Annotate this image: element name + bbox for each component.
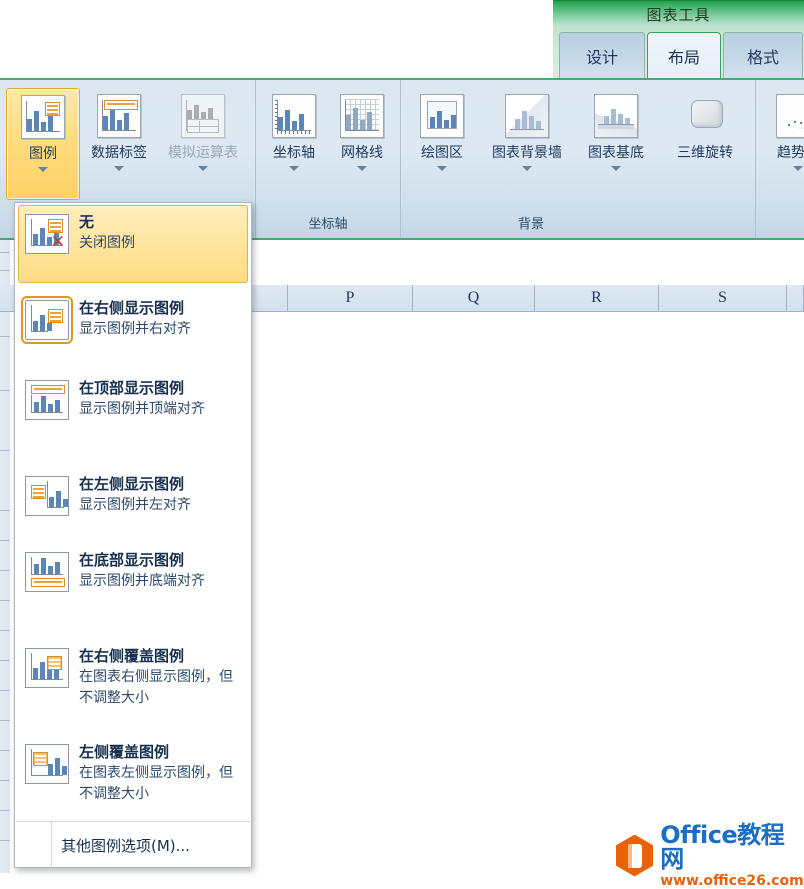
- ribbon-button-chart-floor[interactable]: 图表基底: [575, 88, 657, 200]
- menu-gutter-line: [51, 822, 52, 866]
- chevron-down-icon[interactable]: [793, 166, 803, 171]
- menu-item-title: 在右侧显示图例: [79, 299, 185, 317]
- menu-item-legend-top[interactable]: 在顶部显示图例 显示图例并顶端对齐: [18, 371, 248, 465]
- chevron-down-icon[interactable]: [522, 166, 532, 171]
- ribbon-button-data-labels[interactable]: 数据标签: [82, 88, 156, 200]
- menu-item-desc: 显示图例并顶端对齐: [79, 401, 205, 417]
- menu-item-legend-left[interactable]: 在左侧显示图例 显示图例并左对齐: [18, 467, 248, 537]
- chart-floor-icon: [594, 94, 638, 138]
- chart-axes-icon: [272, 94, 316, 138]
- chevron-down-icon[interactable]: [357, 166, 367, 171]
- menu-item-title: 在右侧覆盖图例: [79, 647, 185, 665]
- tab-design[interactable]: 设计: [559, 32, 645, 78]
- menu-item-title: 在左侧显示图例: [79, 475, 185, 493]
- ribbon-button-chart-floor-label: 图表基底: [588, 145, 644, 161]
- chevron-down-icon[interactable]: [114, 166, 124, 171]
- chart-3d-rotation-icon: [683, 94, 727, 138]
- ribbon-button-legend-label: 图例: [29, 146, 57, 162]
- menu-item-desc: 显示图例并左对齐: [79, 497, 191, 513]
- tab-format-label: 格式: [746, 47, 779, 67]
- legend-none-icon: ✕: [25, 214, 69, 254]
- menu-item-legend-none[interactable]: ✕ 无 关闭图例: [18, 205, 248, 283]
- ribbon-button-data-table: 模拟运算表: [166, 88, 240, 200]
- ribbon-button-gridlines-label: 网格线: [341, 145, 383, 161]
- menu-item-desc: 关闭图例: [79, 235, 135, 251]
- menu-item-title: 无: [79, 213, 95, 231]
- ribbon-button-plot-area-label: 绘图区: [421, 145, 463, 161]
- chart-legend-icon: [21, 95, 65, 139]
- ribbon-group-axes-title: 坐标轴: [308, 217, 348, 232]
- ribbon-button-plot-area[interactable]: 绘图区: [405, 88, 479, 200]
- tab-layout-label: 布局: [667, 47, 700, 67]
- column-header-cell[interactable]: P: [288, 285, 413, 311]
- menu-item-legend-overlay-right[interactable]: 在右侧覆盖图例 在图表右侧显示图例，但不调整大小: [18, 639, 248, 733]
- ribbon-button-trendline[interactable]: 趋势线: [762, 88, 804, 200]
- office-logo-icon: [616, 834, 654, 877]
- menu-item-title: 左侧覆盖图例: [79, 743, 170, 761]
- ribbon-button-legend[interactable]: 图例: [6, 88, 80, 200]
- menu-item-title: 在顶部显示图例: [79, 379, 185, 397]
- menu-item-desc: 在图表左侧显示图例，但不调整大小: [79, 765, 233, 802]
- ribbon-group-background-title: 背景: [517, 217, 544, 232]
- legend-top-icon: [25, 380, 69, 420]
- menu-item-legend-right[interactable]: 在右侧显示图例 显示图例并右对齐: [18, 291, 248, 363]
- watermark: Office教程网 www.office26.com: [616, 823, 804, 888]
- chart-data-table-icon: [181, 94, 225, 138]
- column-header-cell[interactable]: [787, 285, 804, 311]
- menu-item-more-label: 其他图例选项(M)...: [61, 836, 190, 855]
- column-header-cell[interactable]: S: [659, 285, 787, 311]
- ribbon-group-axes: 坐标轴 网格线 坐标轴: [255, 80, 400, 238]
- ribbon-button-data-table-label: 模拟运算表: [168, 145, 238, 161]
- legend-dropdown-menu: ✕ 无 关闭图例 在右侧显示图例 显示图例并右对齐 在顶部显示图例 显示图例并顶…: [14, 202, 252, 868]
- ribbon-group-analysis: 趋势线: [755, 80, 804, 238]
- ribbon-button-3d-rotation-label: 三维旋转: [677, 145, 733, 161]
- chevron-down-icon[interactable]: [289, 166, 299, 171]
- ribbon-button-data-labels-label: 数据标签: [91, 145, 147, 161]
- menu-item-legend-bottom[interactable]: 在底部显示图例 显示图例并底端对齐: [18, 543, 248, 637]
- ribbon-button-gridlines[interactable]: 网格线: [328, 88, 396, 200]
- chevron-down-icon: [198, 166, 208, 171]
- ribbon-button-axes[interactable]: 坐标轴: [260, 88, 328, 200]
- ribbon-button-3d-rotation[interactable]: 三维旋转: [659, 88, 751, 200]
- chart-trendline-icon: [776, 94, 804, 138]
- menu-item-desc: 显示图例并右对齐: [79, 321, 191, 337]
- menu-item-desc: 显示图例并底端对齐: [79, 573, 205, 589]
- ribbon-group-background: 绘图区 图表背景墙 图表基底 三维旋转 背景: [400, 80, 755, 238]
- menu-item-legend-overlay-left[interactable]: 左侧覆盖图例 在图表左侧显示图例，但不调整大小: [18, 735, 248, 829]
- menu-item-title: 在底部显示图例: [79, 551, 185, 569]
- chevron-down-icon[interactable]: [611, 166, 621, 171]
- column-header-cell[interactable]: [255, 285, 288, 311]
- legend-overlay-left-icon: [25, 744, 69, 784]
- watermark-url: www.office26.com: [660, 873, 804, 889]
- close-icon: ✕: [50, 232, 65, 251]
- menu-item-desc: 在图表右侧显示图例，但不调整大小: [79, 669, 233, 706]
- chart-plot-area-icon: [420, 94, 464, 138]
- tab-design-label: 设计: [585, 47, 618, 67]
- column-header-cell[interactable]: Q: [413, 285, 535, 311]
- legend-right-icon: [21, 296, 73, 344]
- watermark-brand: Office教程网: [660, 821, 785, 873]
- chart-data-labels-icon: [97, 94, 141, 138]
- chart-tools-context-header: 图表工具: [553, 0, 804, 26]
- chart-wall-icon: [505, 94, 549, 138]
- chart-tools-title: 图表工具: [646, 6, 711, 24]
- row-header-strip: [0, 240, 10, 873]
- legend-bottom-icon: [25, 552, 69, 592]
- ribbon-button-trendline-label: 趋势线: [777, 145, 804, 161]
- ribbon-tab-strip: 设计 布局 格式: [553, 26, 804, 78]
- menu-item-more-legend-options[interactable]: 其他图例选项(M)...: [61, 823, 249, 867]
- chart-gridlines-icon: [340, 94, 384, 138]
- legend-left-icon: [25, 476, 69, 516]
- column-header-cell[interactable]: R: [535, 285, 659, 311]
- ribbon-button-axes-label: 坐标轴: [273, 145, 315, 161]
- tab-format[interactable]: 格式: [723, 32, 803, 78]
- chevron-down-icon[interactable]: [38, 167, 48, 172]
- ribbon-button-chart-wall[interactable]: 图表背景墙: [481, 88, 573, 200]
- chevron-down-icon[interactable]: [437, 166, 447, 171]
- ribbon-button-chart-wall-label: 图表背景墙: [492, 145, 562, 161]
- tab-layout[interactable]: 布局: [647, 32, 721, 78]
- legend-overlay-right-icon: [25, 648, 69, 688]
